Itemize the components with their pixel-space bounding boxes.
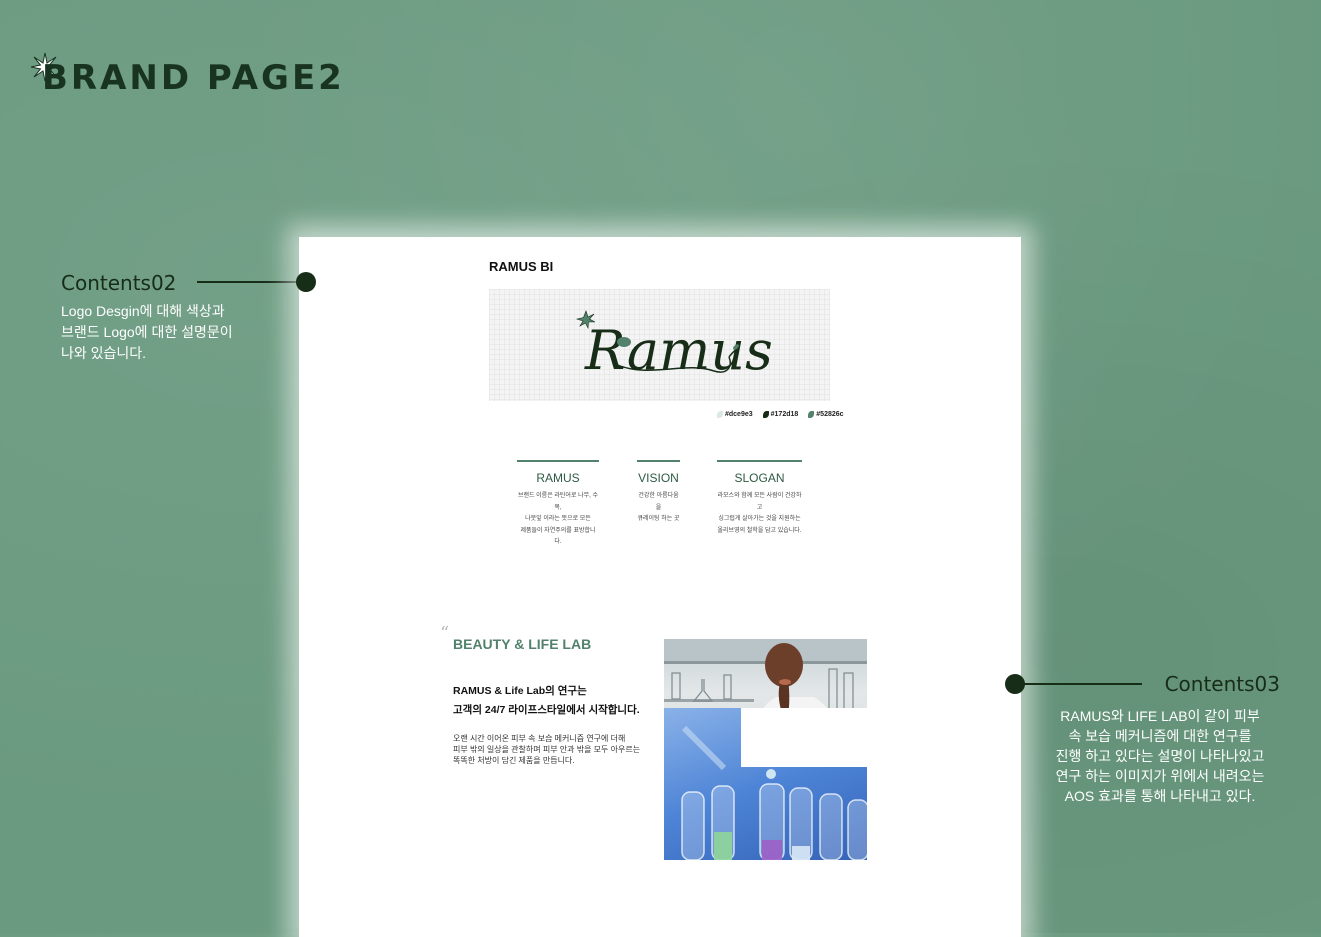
swatch-light: #dce9e3 <box>717 411 753 418</box>
bi-title: RAMUS BI <box>489 259 554 274</box>
column-text: 건강한 아름다움을 큐레이팅 하는 곳 <box>637 493 680 522</box>
column-heading: VISION <box>638 471 679 485</box>
column-heading: RAMUS <box>536 471 580 485</box>
lab-body-text: 오랜 시간 이어온 피부 속 보습 메커니즘 연구에 더해 피부 밖의 일상을 … <box>453 734 641 765</box>
swatch-dark: #172d18 <box>762 411 798 418</box>
desc-line: 진행 하고 있다는 설명이 나타나있고 <box>1055 748 1265 764</box>
color-swatches: #dce9e3 #172d18 #52826c <box>717 411 844 418</box>
desc-line: 나와 있습니다. <box>61 345 147 361</box>
callout-description: RAMUS와 LIFE LAB이 같이 피부 속 보습 메커니즘에 대한 연구를… <box>1040 706 1280 806</box>
lab-lead-text: RAMUS & Life Lab의 연구는 고객의 24/7 라이프스타일에서 … <box>453 685 640 716</box>
callout-pin-dot <box>296 272 316 292</box>
logo-panel: Ramus <box>489 289 830 401</box>
ramus-logo: Ramus <box>575 310 773 382</box>
quote-mark: “ <box>440 623 450 644</box>
desc-line: RAMUS와 LIFE LAB이 같이 피부 <box>1060 708 1260 724</box>
callout-connector-line <box>197 281 307 283</box>
desc-line: 연구 하는 이미지가 위에서 내려오는 <box>1055 768 1265 784</box>
callout-heading: Contents02 <box>61 271 177 295</box>
desc-line: 속 보습 메커니즘에 대한 연구를 <box>1068 728 1252 744</box>
callout-contents02: Contents02 Logo Desgin에 대해 색상과 브랜드 Logo에… <box>61 271 321 364</box>
column-slogan: SLOGAN 라모스와 함께 모든 사람이 건강하고 싱그럽게 살아가는 것을 … <box>717 460 802 537</box>
desc-line: Logo Desgin에 대해 색상과 <box>61 303 225 319</box>
callout-pin-dot <box>1005 674 1025 694</box>
callout-description: Logo Desgin에 대해 색상과 브랜드 Logo에 대한 설명문이 나와… <box>61 301 321 364</box>
callout-heading: Contents03 <box>1164 672 1280 696</box>
brand-page-preview: RAMUS BI Ramus #dce9e3 #172d18 #52826c R… <box>299 237 1021 937</box>
page-title: BRAND PAGE2 <box>42 58 345 98</box>
swatch-green: #52826c <box>808 411 844 418</box>
lab-section-title: BEAUTY & LIFE LAB <box>453 636 592 652</box>
desc-line: 브랜드 Logo에 대한 설명문이 <box>61 324 233 340</box>
callout-contents03: Contents03 RAMUS와 LIFE LAB이 같이 피부 속 보습 메… <box>1040 672 1280 806</box>
desc-line: AOS 효과를 통해 나타내고 있다. <box>1064 788 1256 804</box>
column-text: 브랜드 이름은 라틴어로 나무, 수목, 나뭇잎 이라는 뜻으로 모든 제품들이… <box>517 493 599 545</box>
logo-wordmark: Ramus <box>584 319 773 382</box>
test-tubes-image <box>664 708 867 860</box>
column-text: 라모스와 함께 모든 사람이 건강하고 싱그럽게 살아가는 것을 지원하는 올리… <box>717 493 802 534</box>
column-ramus: RAMUS 브랜드 이름은 라틴어로 나무, 수목, 나뭇잎 이라는 뜻으로 모… <box>517 460 599 549</box>
column-vision: VISION 건강한 아름다움을 큐레이팅 하는 곳 <box>637 460 680 526</box>
logo-leaf-icon <box>617 337 631 347</box>
column-heading: SLOGAN <box>734 471 785 485</box>
